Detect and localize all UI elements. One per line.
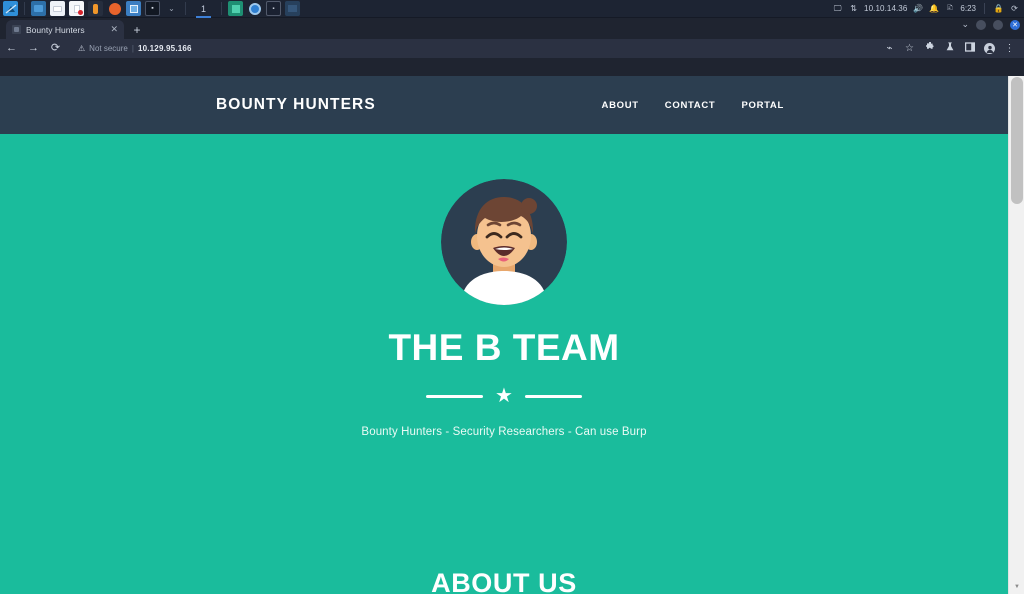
terminal-icon[interactable] [31, 1, 46, 16]
window-chevron-down-icon[interactable]: ⌄ [961, 19, 969, 30]
page-scrollbar[interactable]: ▲ ▼ [1008, 76, 1024, 594]
window-minimize-button[interactable] [976, 19, 986, 30]
nav-link-contact[interactable]: CONTACT [665, 100, 716, 111]
divider-line-left [426, 394, 484, 398]
browser-toolbar: ← → ⟳ ⚠ Not secure | 10.129.95.166 ⌁ ☆ ⋮ [0, 39, 1024, 58]
terminal-window-icon[interactable]: ▪ [145, 1, 160, 16]
site-brand[interactable]: BOUNTY HUNTERS [216, 96, 376, 114]
back-button[interactable]: ← [5, 43, 18, 54]
person-glyph [986, 45, 993, 53]
not-secure-warning-icon: ⚠ [78, 44, 86, 53]
network-glyph [5, 3, 16, 14]
screenshot-icon[interactable] [126, 1, 141, 16]
burpsuite-icon[interactable] [228, 1, 243, 16]
browser-menu-icon[interactable]: ⋮ [1004, 43, 1015, 54]
address-bar[interactable]: ⚠ Not secure | 10.129.95.166 [71, 42, 875, 56]
vpn-icon[interactable]: ⇅ [848, 3, 859, 14]
chevron-down-icon[interactable]: ⌄ [164, 1, 179, 16]
hero-title: THE B TEAM [388, 327, 620, 368]
scrollbar-down-arrow[interactable]: ▼ [1009, 580, 1024, 594]
taskbar-divider-3 [221, 2, 222, 15]
clock-label: 6:23 [960, 4, 976, 13]
workspace-label: 1 [200, 3, 206, 14]
document-icon[interactable] [69, 1, 84, 16]
ip-address-label: 10.10.14.36 [864, 4, 908, 13]
tab-close-icon[interactable]: ✕ [110, 25, 118, 34]
web-page: BOUNTY HUNTERS ABOUT CONTACT PORTAL THE … [0, 76, 1008, 594]
about-section: ABOUT US ★ [0, 514, 1008, 594]
browser-window: Bounty Hunters ✕ + ⌄ ✕ ← → ⟳ ⚠ Not secur… [0, 18, 1024, 594]
forward-button[interactable]: → [27, 43, 40, 54]
file-manager-icon[interactable] [50, 1, 65, 16]
taskbar-status-area: 🖵 ⇅ 10.10.14.36 🔊 🔔 🗈 6:23 🔒 ⟳ [832, 3, 1024, 14]
lock-icon[interactable]: 🔒 [993, 3, 1004, 14]
about-title: ABOUT US [431, 568, 577, 594]
star-icon: ★ [495, 385, 513, 407]
new-tab-button[interactable]: + [127, 20, 147, 39]
page-viewport: BOUNTY HUNTERS ABOUT CONTACT PORTAL THE … [0, 76, 1024, 594]
url-text: 10.129.95.166 [137, 44, 192, 53]
toolbar-action-icons: ⌁ ☆ ⋮ [884, 41, 1019, 55]
divider-line-right [524, 394, 582, 398]
tab-favicon [12, 25, 21, 34]
window-controls: ⌄ ✕ [961, 19, 1020, 30]
browser-tray-icon[interactable] [247, 1, 262, 16]
hero-section: THE B TEAM ★ Bounty Hunters - Security R… [0, 134, 1008, 514]
window-maximize-button[interactable] [993, 19, 1003, 30]
share-icon[interactable]: ⌁ [884, 43, 895, 54]
os-taskbar: ▪ ⌄ 1 ▪ 🖵 ⇅ 10.10.14.36 🔊 🔔 🗈 6:23 🔒 ⟳ [0, 0, 1024, 18]
network-manager-icon[interactable] [3, 1, 18, 16]
site-navbar: BOUNTY HUNTERS ABOUT CONTACT PORTAL [0, 76, 1008, 134]
status-divider [984, 3, 985, 14]
power-icon[interactable]: ⟳ [1009, 3, 1020, 14]
firefox-icon[interactable] [107, 1, 122, 16]
extensions-puzzle-icon[interactable] [924, 41, 935, 55]
taskbar-divider [24, 2, 25, 15]
reload-button[interactable]: ⟳ [49, 43, 62, 54]
omnibox-separator: | [131, 44, 134, 53]
window-close-button[interactable]: ✕ [1010, 19, 1020, 30]
labs-beaker-icon[interactable] [944, 42, 955, 55]
tab-title: Bounty Hunters [26, 24, 85, 35]
taskbar-app-launchers: ▪ ⌄ 1 ▪ [0, 1, 302, 18]
nav-link-portal[interactable]: PORTAL [741, 100, 784, 111]
volume-icon[interactable]: 🔊 [912, 3, 923, 14]
window-tray-icon[interactable] [285, 1, 300, 16]
chevron-glyph: ⌄ [168, 4, 175, 13]
hero-subtitle: Bounty Hunters - Security Researchers - … [361, 426, 647, 438]
beaker-glyph [946, 42, 953, 51]
terminal-tray-icon[interactable]: ▪ [266, 1, 281, 16]
notification-bell-icon[interactable]: 🔔 [928, 3, 939, 14]
hero-star-divider: ★ [426, 386, 582, 406]
sidebar-toggle-icon[interactable] [964, 42, 975, 55]
taskbar-divider-2 [185, 2, 186, 15]
nav-link-about[interactable]: ABOUT [602, 100, 639, 111]
not-secure-label: Not secure [89, 44, 128, 53]
workspace-indicator-1[interactable]: 1 [195, 1, 212, 18]
site-nav-links: ABOUT CONTACT PORTAL [602, 100, 1008, 111]
puzzle-glyph [925, 41, 934, 49]
sidebar-glyph [964, 42, 975, 52]
bookmark-star-icon[interactable]: ☆ [904, 43, 915, 54]
browser-tab-strip: Bounty Hunters ✕ + ⌄ ✕ [0, 18, 1024, 39]
profile-avatar-icon[interactable] [984, 43, 995, 54]
scrollbar-thumb[interactable] [1011, 77, 1023, 204]
battery-icon[interactable]: 🗈 [944, 3, 955, 14]
laughing-person-avatar-illustration [441, 179, 567, 305]
thunderbird-icon[interactable] [88, 1, 103, 16]
avatar [441, 179, 567, 305]
display-icon[interactable]: 🖵 [832, 3, 843, 14]
browser-tab[interactable]: Bounty Hunters ✕ [6, 20, 124, 39]
